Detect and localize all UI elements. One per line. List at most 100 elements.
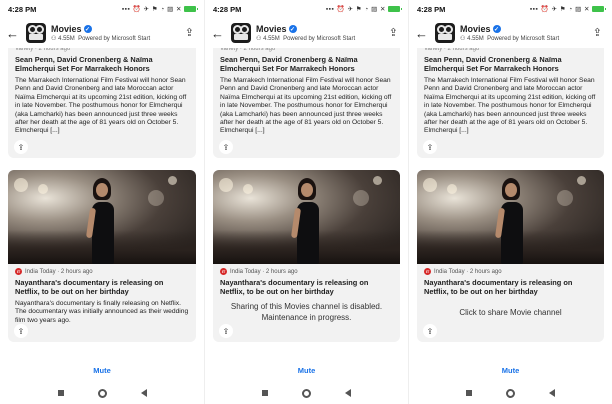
back-nav-icon[interactable] [549,389,555,397]
back-arrow-icon[interactable]: ← [211,26,227,41]
status-time: 4:28 PM [213,4,242,14]
android-nav-bar [0,382,204,404]
mute-button[interactable]: Mute [0,366,204,375]
status-icons: ▪▪▪ ⏰ ✈ ⚑ ◔ ▨ ✕ [529,5,606,13]
phone-screen-2: 4:28 PM ▪▪▪ ⏰ ✈ ⚑ ◔ ▨ ✕ ← Movies ✓ ⚇ 4.55… [204,0,408,404]
battery-icon [388,6,402,12]
news-card-nayanthara[interactable]: IT India Today · 2 hours ago Nayanthara's… [8,170,196,342]
article-image [8,170,196,264]
home-icon[interactable] [302,388,311,398]
channel-header: ← Movies ✓ ⚇ 4.55M Powered by Microsoft S… [409,18,612,48]
back-nav-icon[interactable] [140,389,147,397]
share-icon[interactable]: ⇪ [593,26,602,39]
mute-button[interactable]: Mute [205,366,408,375]
card-source: India Today · 2 hours ago [25,268,93,275]
news-card-marrakech[interactable]: Variety · 2 hours ago Sean Penn, David C… [417,48,604,158]
status-icon-row: ▪▪▪ ⏰ ✈ ⚑ ◔ ▨ ✕ [529,6,590,13]
recents-icon[interactable] [262,390,268,396]
channel-title: Movies [51,24,82,34]
share-icon[interactable]: ⇪ [185,26,194,39]
card-body: Nayanthara's documentary is finally rele… [15,300,189,324]
recents-icon[interactable] [57,390,64,396]
card-meta: IT India Today · 2 hours ago [8,264,196,275]
movies-logo-icon [435,23,455,43]
back-nav-icon[interactable] [345,389,351,397]
verified-icon: ✓ [288,25,297,33]
card-share-icon[interactable]: ⇪ [423,140,437,154]
status-icon-row: ▪▪▪ ⏰ ✈ ⚑ ◔ ▨ ✕ [121,6,182,13]
status-bar: 4:28 PM ▪▪▪ ⏰ ✈ ⚑ ◔ ▨ ✕ [205,0,408,18]
card-title[interactable]: Nayanthara's documentary is releasing on… [417,275,604,296]
channel-title: Movies [460,24,491,34]
card-title[interactable]: Nayanthara's documentary is releasing on… [8,275,196,296]
mute-button[interactable]: Mute [409,366,612,375]
card-source: India Today · 2 hours ago [434,268,502,275]
sharing-disabled-message: Sharing of this Movies channel is disabl… [230,302,383,322]
home-icon[interactable] [506,388,515,398]
status-bar: 4:28 PM ▪▪▪ ⏰ ✈ ⚑ ◔ ▨ ✕ [0,0,204,18]
battery-icon [592,6,606,12]
status-bar: 4:28 PM ▪▪▪ ⏰ ✈ ⚑ ◔ ▨ ✕ [409,0,612,18]
card-share-icon[interactable]: ⇪ [219,140,233,154]
news-card-nayanthara[interactable]: IT India Today · 2 hours ago Nayanthara's… [417,170,604,342]
followers-icon: ⚇ [460,36,466,42]
card-title[interactable]: Sean Penn, David Cronenberg & Naïma Elmc… [220,55,393,73]
article-image [417,170,604,264]
android-nav-bar [409,382,612,404]
channel-header: ← Movies ✓ ⚇ 4.55M Powered by Microsoft S… [0,18,204,48]
card-share-icon[interactable]: ⇪ [219,324,233,338]
card-body: The Marrakech International Film Festiva… [424,77,596,135]
movies-logo-icon [26,23,46,43]
recents-icon[interactable] [466,390,472,396]
channel-title: Movies [256,24,287,34]
status-icons: ▪▪▪ ⏰ ✈ ⚑ ◔ ▨ ✕ [121,5,198,13]
india-today-icon: IT [424,268,431,275]
card-source: India Today · 2 hours ago [230,268,298,275]
article-image [213,170,400,264]
followers-icon: ⚇ [256,36,262,42]
follower-count: 4.55M [467,36,484,42]
powered-by: Powered by Microsoft Start [487,36,560,42]
follower-count: 4.55M [263,36,280,42]
channel-header: ← Movies ✓ ⚇ 4.55M Powered by Microsoft S… [205,18,408,48]
back-arrow-icon[interactable]: ← [415,26,431,41]
verified-icon: ✓ [492,25,501,33]
card-share-icon[interactable]: ⇪ [14,324,28,338]
india-today-icon: IT [220,268,227,275]
card-share-icon[interactable]: ⇪ [423,324,437,338]
back-arrow-icon[interactable]: ← [6,26,22,41]
home-icon[interactable] [97,388,107,398]
status-time: 4:28 PM [8,4,37,14]
news-card-marrakech[interactable]: Variety · 2 hours ago Sean Penn, David C… [213,48,400,158]
card-body: The Marrakech International Film Festiva… [220,77,392,135]
card-meta: IT India Today · 2 hours ago [213,264,400,275]
status-time: 4:28 PM [417,4,446,14]
card-meta: Variety · 2 hours ago [424,48,480,52]
powered-by: Powered by Microsoft Start [283,36,356,42]
card-meta: IT India Today · 2 hours ago [417,264,604,275]
card-body: The Marrakech International Film Festiva… [15,77,187,135]
status-icon-row: ▪▪▪ ⏰ ✈ ⚑ ◔ ▨ ✕ [325,6,386,13]
news-card-nayanthara[interactable]: IT India Today · 2 hours ago Nayanthara's… [213,170,400,342]
share-channel-message[interactable]: Click to share Movie channel [417,296,604,319]
follower-count: 4.55M [58,36,75,42]
card-title[interactable]: Nayanthara's documentary is releasing on… [213,275,400,296]
card-meta: Variety · 2 hours ago [220,48,276,52]
movies-logo-icon [231,23,251,43]
news-card-marrakech[interactable]: Variety · 2 hours ago Sean Penn, David C… [8,48,196,158]
card-title[interactable]: Sean Penn, David Cronenberg & Naïma Elmc… [424,55,597,73]
share-icon[interactable]: ⇪ [389,26,398,39]
phone-screen-1: 4:28 PM ▪▪▪ ⏰ ✈ ⚑ ◔ ▨ ✕ ← Movies ✓ ⚇ 4.55… [0,0,204,404]
card-share-icon[interactable]: ⇪ [14,140,28,154]
screens-row: 4:28 PM ▪▪▪ ⏰ ✈ ⚑ ◔ ▨ ✕ ← Movies ✓ ⚇ 4.55… [0,0,612,404]
battery-icon [184,6,198,12]
india-today-icon: IT [15,268,22,275]
status-icons: ▪▪▪ ⏰ ✈ ⚑ ◔ ▨ ✕ [325,5,402,13]
card-title[interactable]: Sean Penn, David Cronenberg & Naïma Elmc… [15,55,189,73]
verified-icon: ✓ [83,25,92,33]
followers-icon: ⚇ [51,36,57,42]
phone-screen-3: 4:28 PM ▪▪▪ ⏰ ✈ ⚑ ◔ ▨ ✕ ← Movies ✓ ⚇ 4.55… [408,0,612,404]
android-nav-bar [205,382,408,404]
powered-by: Powered by Microsoft Start [78,36,151,42]
card-meta: Variety · 2 hours ago [15,48,71,52]
